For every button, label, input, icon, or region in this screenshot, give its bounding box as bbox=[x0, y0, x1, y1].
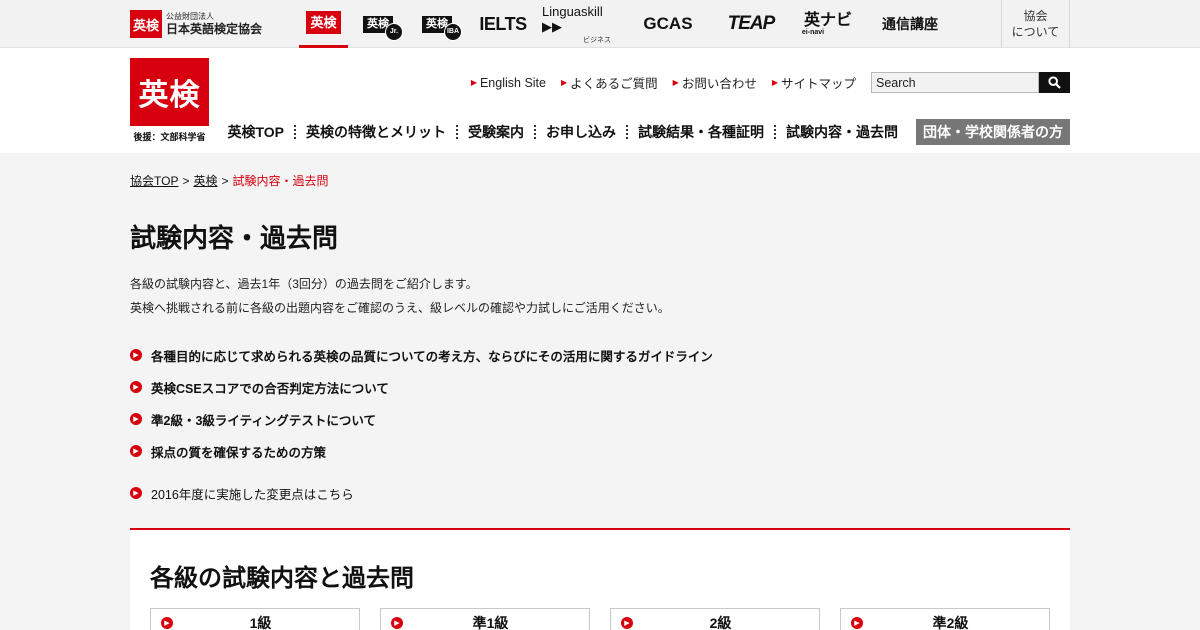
brand-einavi[interactable]: 英ナビ ei-navi bbox=[798, 0, 858, 48]
intro-line-1: 各級の試験内容と、過去1年（3回分）の過去問をご紹介します。 bbox=[130, 277, 478, 291]
site-header: 英検 後援：文部科学省 ▶ English Site ▶ よくあるご質問 ▶ お問い合… bbox=[0, 48, 1200, 153]
arrow-circle-icon: ▶ bbox=[130, 445, 142, 457]
brand-linguaskill-logo: Linguaskill ▶▶ bbox=[542, 3, 603, 34]
brand-correspondence-course[interactable]: 通信講座 bbox=[876, 0, 944, 48]
eiken-logo[interactable]: 英検 後援：文部科学省 bbox=[130, 58, 209, 143]
breadcrumb: 協会TOP > 英検 > 試験内容・過去問 bbox=[130, 172, 329, 189]
arrow-circle-icon: ▶ bbox=[391, 617, 403, 629]
association-badge: 英検 bbox=[130, 10, 162, 38]
nav-organizations[interactable]: 団体・学校関係者の方 bbox=[916, 119, 1070, 145]
nav-results[interactable]: 試験結果・各種証明 bbox=[628, 119, 774, 145]
grade-button-pre1[interactable]: ▶ 準1級 bbox=[380, 608, 590, 630]
search-icon bbox=[1048, 76, 1061, 89]
brand-correspondence-label: 通信講座 bbox=[882, 16, 938, 32]
breadcrumb-eiken[interactable]: 英検 bbox=[193, 172, 217, 189]
section-title: 各級の試験内容と過去問 bbox=[150, 565, 414, 592]
main-nav: 英検TOP 英検の特徴とメリット 受験案内 お申し込み 試験結果・各種証明 試験… bbox=[217, 119, 1070, 145]
top-brand-bar: 英検 公益財団法人 日本英語検定協会 英検 英検 Jr. 英検 IBA IELTS … bbox=[0, 0, 1200, 48]
nav-application[interactable]: お申し込み bbox=[536, 119, 626, 145]
brand-eiken-iba-logo: 英検 IBA bbox=[422, 15, 462, 41]
brand-gcas-logo: GCAS bbox=[643, 14, 693, 33]
triangle-icon: ▶ bbox=[672, 78, 679, 87]
search-input[interactable] bbox=[871, 72, 1039, 93]
link-scoring-quality[interactable]: ▶ 採点の質を確保するための方策 bbox=[130, 440, 713, 462]
grade-button-pre2[interactable]: ▶ 準2級 bbox=[840, 608, 1050, 630]
grade-button-1[interactable]: ▶ 1級 bbox=[150, 608, 360, 630]
brand-linguaskill[interactable]: Linguaskill ▶▶ ビジネス bbox=[542, 0, 622, 48]
association-small-label: 公益財団法人 bbox=[166, 12, 214, 21]
arrow-circle-icon: ▶ bbox=[851, 617, 863, 629]
search-button[interactable] bbox=[1039, 72, 1070, 93]
intro-text: 各級の試験内容と、過去1年（3回分）の過去問をご紹介します。 英検へ挑戦される前… bbox=[130, 272, 670, 320]
nav-exam-content[interactable]: 試験内容・過去問 bbox=[776, 119, 908, 145]
about-label-2: について bbox=[1011, 25, 1060, 39]
association-logo[interactable]: 英検 公益財団法人 日本英語検定協会 bbox=[130, 10, 262, 38]
brand-eiken-iba[interactable]: 英検 IBA bbox=[416, 0, 462, 48]
arrow-circle-icon: ▶ bbox=[130, 413, 142, 425]
brand-eiken-logo: 英検 bbox=[306, 11, 341, 34]
intro-line-2: 英検へ挑戦される前に各級の出題内容をご確認のうえ、級レベルの確認や力試しにご活用… bbox=[130, 301, 670, 315]
link-writing-test[interactable]: ▶ 準2級・3級ライティングテストについて bbox=[130, 408, 713, 430]
triangle-icon: ▶ bbox=[771, 78, 778, 87]
link-quality-guideline[interactable]: ▶ 各種目的に応じて求められる英検の品質についての考え方、ならびにその活用に関する… bbox=[130, 344, 713, 366]
grades-section: 各級の試験内容と過去問 ▶ 1級 ▶ 準1級 ▶ 2級 ▶ 準2級 bbox=[130, 528, 1070, 630]
brand-eiken-jr-logo: 英検 Jr. bbox=[363, 15, 403, 41]
brand-einavi-sub: ei-navi bbox=[801, 28, 825, 36]
brand-eiken-jr[interactable]: 英検 Jr. bbox=[358, 0, 403, 48]
arrow-circle-icon: ▶ bbox=[130, 487, 142, 499]
about-label-1: 協会 bbox=[1023, 8, 1048, 23]
english-site-link[interactable]: ▶ English Site bbox=[471, 76, 546, 90]
sitemap-link[interactable]: ▶ サイトマップ bbox=[772, 73, 856, 92]
arrow-circle-icon: ▶ bbox=[130, 349, 142, 361]
brand-einavi-logo: 英ナビ bbox=[803, 11, 852, 29]
page-title: 試験内容・過去問 bbox=[130, 223, 339, 253]
arrow-circle-icon: ▶ bbox=[161, 617, 173, 629]
breadcrumb-association-top[interactable]: 協会TOP bbox=[130, 172, 178, 189]
contact-link[interactable]: ▶ お問い合わせ bbox=[673, 73, 757, 92]
nav-features[interactable]: 英検の特徴とメリット bbox=[296, 119, 456, 145]
link-cse-score[interactable]: ▶ 英検CSEスコアでの合否判定方法について bbox=[130, 376, 713, 398]
nav-exam-guide[interactable]: 受験案内 bbox=[458, 119, 534, 145]
brand-ielts[interactable]: IELTS bbox=[476, 0, 530, 48]
brand-ielts-logo: IELTS bbox=[479, 13, 527, 34]
utility-nav: ▶ English Site ▶ よくあるご質問 ▶ お問い合わせ ▶ サイトマップ bbox=[471, 72, 1070, 93]
brand-teap-logo: TEAP bbox=[727, 13, 776, 34]
eiken-logo-mark: 英検 bbox=[130, 58, 209, 126]
triangle-icon: ▶ bbox=[560, 78, 568, 87]
brand-gcas[interactable]: GCAS bbox=[633, 0, 703, 48]
link-2016-changes[interactable]: ▶ 2016年度に実施した変更点はこちら bbox=[130, 482, 713, 504]
triangle-icon: ▶ bbox=[470, 78, 477, 87]
about-association-link[interactable]: 協会 について bbox=[1001, 0, 1070, 48]
association-name: 日本英語検定協会 bbox=[166, 22, 263, 36]
brand-linguaskill-sub: ビジネス bbox=[583, 36, 611, 44]
related-links: ▶ 各種目的に応じて求められる英検の品質についての考え方、ならびにその活用に関する… bbox=[130, 344, 713, 514]
arrow-circle-icon: ▶ bbox=[621, 617, 633, 629]
breadcrumb-current: 試験内容・過去問 bbox=[232, 174, 329, 188]
eiken-logo-sponsor: 後援：文部科学省 bbox=[133, 132, 206, 142]
nav-eiken-top[interactable]: 英検TOP bbox=[217, 119, 294, 145]
brand-teap[interactable]: TEAP bbox=[724, 0, 778, 48]
search-box bbox=[871, 72, 1070, 93]
grade-button-2[interactable]: ▶ 2級 bbox=[610, 608, 820, 630]
brand-eiken[interactable]: 英検 bbox=[299, 0, 348, 48]
faq-link[interactable]: ▶ よくあるご質問 bbox=[561, 73, 658, 92]
arrow-circle-icon: ▶ bbox=[130, 381, 142, 393]
